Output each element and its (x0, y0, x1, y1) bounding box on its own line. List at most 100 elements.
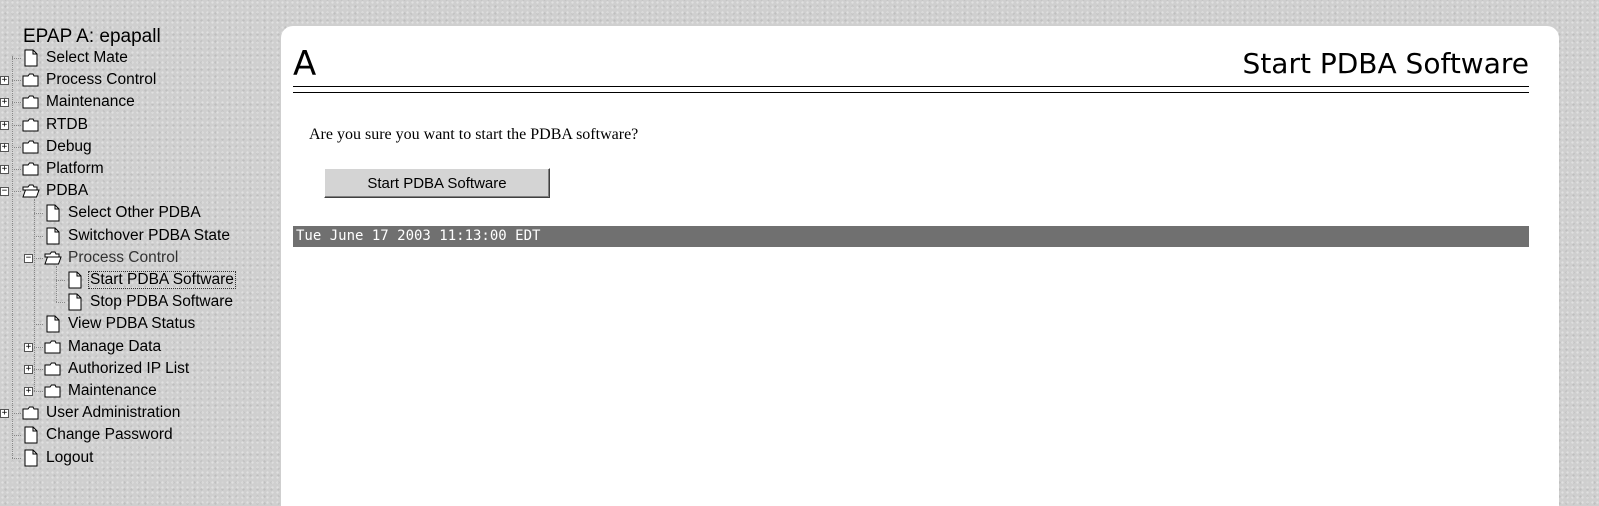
tree-connector (34, 324, 43, 326)
tree-connector (12, 435, 21, 437)
tree-item-label: Select Other PDBA (68, 204, 201, 222)
tree-item-label: View PDBA Status (68, 315, 196, 333)
expand-icon[interactable]: + (0, 165, 9, 174)
tree-item-process-control[interactable]: − Process Control (0, 248, 280, 268)
tree-item-pdba[interactable]: − PDBA (0, 181, 280, 201)
timestamp-bar: Tue June 17 2003 11:13:00 EDT (293, 226, 1529, 247)
tree-item-label: PDBA (46, 182, 89, 200)
tree-item-maintenance[interactable]: + Maintenance (0, 381, 280, 401)
tree-item-process-control[interactable]: + Process Control (0, 70, 280, 90)
page-icon (44, 204, 62, 222)
page-icon (22, 426, 40, 444)
page-icon (66, 271, 84, 289)
expand-icon[interactable]: + (0, 98, 9, 108)
tree-connector (56, 302, 65, 304)
folder-icon (22, 71, 40, 89)
tree-list: Select Mate + Process Control + Maintenance +… (0, 26, 280, 486)
tree-item-label: Manage Data (68, 337, 162, 355)
tree-item-select-mate[interactable]: Select Mate (0, 48, 280, 68)
folder-icon (22, 404, 40, 422)
folder-open-icon (44, 249, 62, 267)
tree-item-label: Start PDBA Software (88, 271, 236, 289)
tree-guide-line (56, 265, 57, 303)
heading-rule-top (293, 86, 1529, 87)
page-icon (22, 449, 40, 467)
folder-icon (44, 360, 62, 378)
tree-connector (12, 169, 21, 170)
page-letter: A (293, 44, 317, 84)
tree-connector (12, 124, 21, 126)
tree-guide-line (34, 199, 35, 391)
folder-icon (44, 338, 62, 356)
folder-open-icon (22, 182, 40, 200)
tree-connector (12, 102, 21, 104)
tree-item-select-other-pdba[interactable]: Select Other PDBA (0, 203, 280, 223)
expand-icon[interactable]: + (24, 342, 33, 352)
tree-item-rtdb[interactable]: + RTDB (0, 115, 280, 135)
tree-connector (34, 257, 43, 259)
tree-item-debug[interactable]: + Debug (0, 137, 280, 157)
folder-icon (22, 93, 40, 111)
tree-connector (12, 146, 21, 148)
expand-icon[interactable]: + (0, 142, 9, 152)
tree-item-change-password[interactable]: Change Password (0, 425, 280, 445)
tree-connector (34, 391, 43, 392)
tree-item-label: RTDB (46, 115, 88, 133)
tree-item-label: Process Control (46, 71, 157, 89)
page-icon (22, 49, 40, 67)
tree-item-label: Select Mate (46, 49, 128, 66)
tree-item-authorized-ip-list[interactable]: + Authorized IP List (0, 359, 280, 379)
tree-item-view-pdba-status[interactable]: View PDBA Status (0, 314, 280, 334)
expand-icon[interactable]: + (0, 409, 9, 419)
tree-guide-line (12, 56, 13, 458)
tree-connector (56, 280, 65, 281)
navigation-tree: EPAP A: epapall Select Mate + Process Cont… (0, 26, 280, 506)
collapse-icon[interactable]: − (0, 187, 9, 197)
start-pdba-software-button[interactable]: Start PDBA Software (324, 168, 550, 198)
tree-item-label: Maintenance (46, 93, 135, 111)
tree-connector (12, 457, 21, 459)
folder-icon (22, 138, 40, 156)
expand-icon[interactable]: + (24, 387, 33, 396)
tree-connector (12, 191, 21, 193)
page-icon (66, 293, 84, 311)
tree-item-platform[interactable]: + Platform (0, 159, 280, 179)
tree-connector (34, 235, 43, 237)
expand-icon[interactable]: + (0, 120, 9, 130)
tree-item-start-pdba-software[interactable]: Start PDBA Software (0, 270, 280, 290)
collapse-icon[interactable]: − (24, 253, 33, 263)
tree-item-label: Change Password (46, 426, 173, 444)
tree-item-logout[interactable]: Logout (0, 448, 280, 468)
tree-item-maintenance[interactable]: + Maintenance (0, 92, 280, 112)
tree-connector (12, 80, 21, 82)
tree-connector (34, 346, 43, 348)
tree-item-label: Platform (46, 160, 104, 177)
tree-item-label: Stop PDBA Software (90, 293, 234, 311)
tree-item-label: Switchover PDBA State (68, 226, 230, 244)
tree-item-user-administration[interactable]: + User Administration (0, 403, 280, 423)
page-icon (44, 315, 62, 333)
tree-item-switchover-pdba-state[interactable]: Switchover PDBA State (0, 226, 280, 246)
page-title: Start PDBA Software (1242, 47, 1529, 80)
heading-rule-bottom (293, 92, 1529, 93)
tree-item-label: Process Control (68, 248, 179, 266)
timestamp: Tue June 17 2003 11:13:00 EDT (296, 228, 541, 244)
expand-icon[interactable]: + (24, 364, 33, 374)
tree-item-label: Maintenance (68, 382, 157, 399)
tree-item-stop-pdba-software[interactable]: Stop PDBA Software (0, 292, 280, 312)
tree-connector (12, 58, 21, 59)
folder-icon (22, 160, 40, 178)
tree-item-label: Logout (46, 448, 94, 466)
page-icon (44, 227, 62, 245)
folder-icon (44, 382, 62, 400)
tree-connector (34, 213, 43, 215)
tree-connector (12, 413, 21, 415)
content-panel: A Start PDBA Software Are you sure you w… (281, 26, 1559, 506)
folder-icon (22, 116, 40, 134)
tree-item-label: User Administration (46, 404, 181, 422)
tree-item-label: Debug (46, 137, 92, 155)
expand-icon[interactable]: + (0, 76, 9, 86)
tree-connector (34, 368, 43, 370)
tree-item-label: Authorized IP List (68, 359, 190, 377)
tree-item-manage-data[interactable]: + Manage Data (0, 337, 280, 357)
